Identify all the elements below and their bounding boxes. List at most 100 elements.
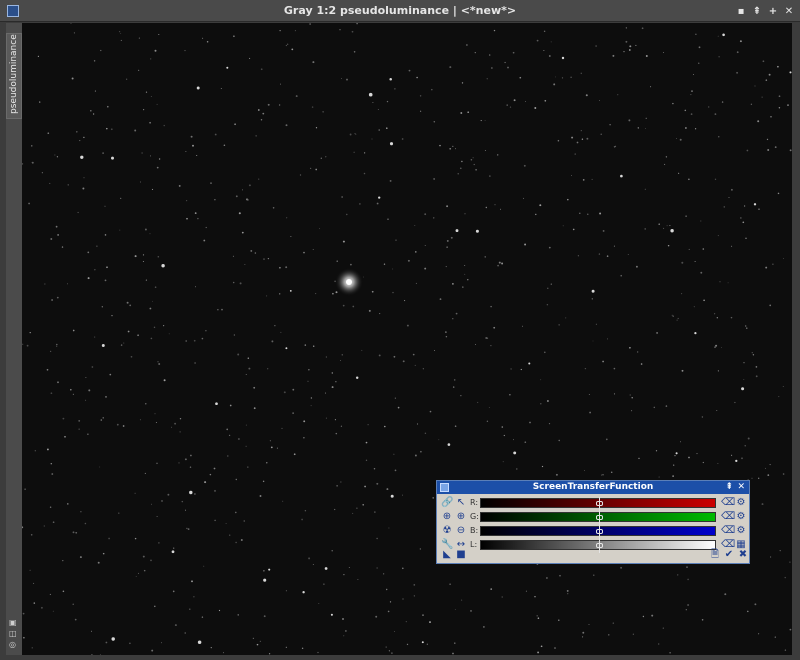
preview-icon[interactable]: ▣ xyxy=(9,619,17,627)
star xyxy=(368,309,371,312)
star xyxy=(470,159,473,161)
shade-button[interactable]: ▪ xyxy=(736,6,746,17)
star xyxy=(777,192,780,195)
star xyxy=(22,612,25,615)
star xyxy=(163,325,165,327)
view-identifier-tab[interactable]: pseudoluminance xyxy=(6,33,22,119)
stf-close-button[interactable]: ✕ xyxy=(737,481,745,494)
star xyxy=(666,225,668,227)
star xyxy=(665,156,668,158)
star xyxy=(263,258,265,260)
auto-stretch-icon[interactable]: ☢ xyxy=(441,525,453,537)
reset-b-icon[interactable]: ⌫ xyxy=(721,525,735,537)
star xyxy=(266,462,268,464)
star xyxy=(485,206,487,209)
star xyxy=(242,189,243,191)
star xyxy=(446,239,449,242)
star xyxy=(574,153,576,155)
star xyxy=(688,248,690,250)
star xyxy=(612,622,614,624)
star xyxy=(772,263,774,265)
r-channel-slider[interactable] xyxy=(480,497,716,511)
r-midtones-handle[interactable] xyxy=(596,501,603,506)
pointer-icon[interactable]: ↖ xyxy=(455,497,467,509)
star xyxy=(539,204,542,207)
star xyxy=(751,352,753,354)
star xyxy=(232,281,235,284)
document-icon[interactable]: 🗎 xyxy=(709,549,721,561)
target-icon[interactable]: ◎ xyxy=(9,641,17,649)
star xyxy=(588,394,590,396)
star xyxy=(214,133,217,136)
star xyxy=(310,405,312,407)
star xyxy=(285,45,287,47)
star xyxy=(644,228,647,230)
square-icon[interactable]: ■ xyxy=(455,549,467,561)
star xyxy=(217,309,219,311)
star xyxy=(286,43,289,45)
bright-star xyxy=(196,86,200,90)
star xyxy=(501,262,504,265)
mask-icon[interactable]: ◫ xyxy=(9,630,17,638)
reset-r-icon[interactable]: ⌫ xyxy=(721,497,735,509)
star xyxy=(561,77,564,79)
star xyxy=(161,500,163,502)
stf-row-g: ⊕ ⊕ G: ⌫ ⚙ xyxy=(437,511,749,525)
star xyxy=(576,141,579,144)
star xyxy=(87,433,89,435)
maximize-button[interactable]: + xyxy=(768,6,778,17)
b-channel-slider[interactable] xyxy=(480,525,716,539)
zoom-in-alt-icon[interactable]: ⊕ xyxy=(455,511,467,523)
star xyxy=(50,238,53,240)
star xyxy=(285,590,287,592)
star xyxy=(356,23,358,25)
star xyxy=(99,466,101,468)
star xyxy=(424,245,426,246)
star xyxy=(453,379,456,381)
settings-r-icon[interactable]: ⚙ xyxy=(735,497,747,509)
settings-g-icon[interactable]: ⚙ xyxy=(735,511,747,523)
star xyxy=(464,273,466,275)
star xyxy=(142,254,145,256)
apply-icon[interactable]: ✔ xyxy=(723,549,735,561)
minimize-button[interactable]: ⇞ xyxy=(752,6,762,17)
star xyxy=(579,212,581,215)
b-midtones-handle[interactable] xyxy=(596,529,603,534)
star xyxy=(56,156,59,158)
star xyxy=(741,457,743,460)
star xyxy=(218,609,221,612)
star xyxy=(650,86,652,88)
star xyxy=(566,589,569,592)
star xyxy=(40,606,43,609)
new-instance-icon[interactable]: ◣ xyxy=(441,549,453,561)
stf-shade-button[interactable]: ⇞ xyxy=(725,481,733,494)
star xyxy=(56,296,59,299)
star xyxy=(543,30,546,33)
star xyxy=(747,610,749,613)
zoom-out-icon[interactable]: ⊖ xyxy=(455,525,467,537)
star xyxy=(378,354,381,357)
star xyxy=(317,651,319,654)
star xyxy=(116,423,119,426)
cancel-icon[interactable]: ✖ xyxy=(737,549,749,561)
star xyxy=(523,164,526,167)
l-midtones-handle[interactable] xyxy=(596,543,603,548)
zoom-in-icon[interactable]: ⊕ xyxy=(441,511,453,523)
star xyxy=(292,412,294,414)
reset-g-icon[interactable]: ⌫ xyxy=(721,511,735,523)
star xyxy=(293,453,296,456)
link-icon[interactable]: 🔗 xyxy=(441,497,453,509)
star xyxy=(782,385,784,388)
star xyxy=(638,457,640,460)
star xyxy=(255,135,257,137)
star xyxy=(602,229,605,232)
star xyxy=(586,137,589,140)
close-button[interactable]: ✕ xyxy=(784,6,794,17)
star xyxy=(362,276,364,278)
star xyxy=(291,48,294,51)
star xyxy=(173,547,175,549)
star xyxy=(77,211,79,214)
g-channel-slider[interactable] xyxy=(480,511,716,525)
g-midtones-handle[interactable] xyxy=(596,515,603,520)
settings-b-icon[interactable]: ⚙ xyxy=(735,525,747,537)
